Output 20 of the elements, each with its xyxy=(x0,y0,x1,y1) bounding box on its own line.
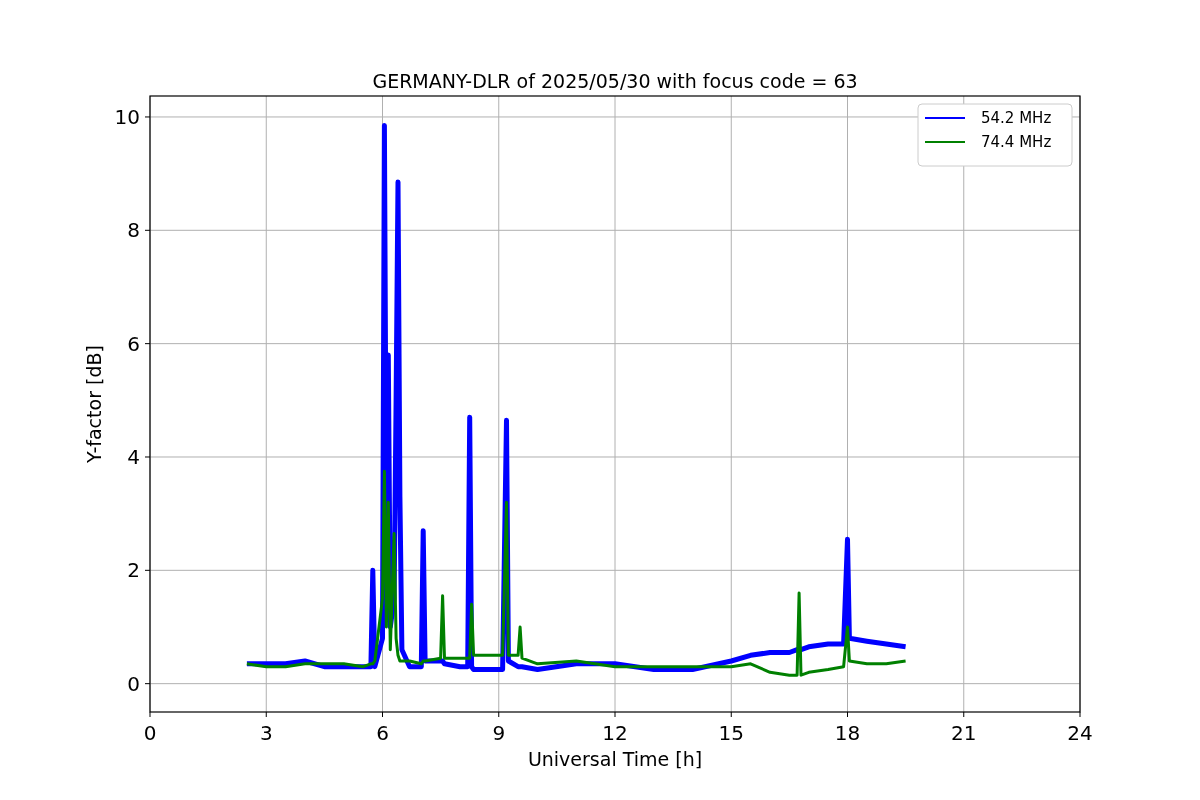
tick-label: 9 xyxy=(492,721,506,745)
tick-label: 18 xyxy=(834,721,861,745)
tick-label: 21 xyxy=(951,721,977,745)
tick-label: 4 xyxy=(127,445,140,469)
tick-label: 24 xyxy=(1067,721,1093,745)
tick-label: 6 xyxy=(127,331,140,356)
legend-label: 74.4 MHz xyxy=(981,133,1052,151)
tick-label: 15 xyxy=(718,721,744,745)
legend-label: 54.2 MHz xyxy=(981,109,1052,127)
y-axis-label: Y-factor [dB] xyxy=(83,345,105,463)
x-axis-label: Universal Time [h] xyxy=(527,748,703,770)
chart-title: GERMANY-DLR of 2025/05/30 with focus code = 63 xyxy=(372,70,858,92)
tick-label: 12 xyxy=(602,721,628,745)
tick-label: 0 xyxy=(127,671,140,696)
tick-label: 10 xyxy=(114,104,140,129)
tick-label: 0 xyxy=(143,721,157,745)
tick-label: 3 xyxy=(259,721,273,745)
tick-label: 2 xyxy=(127,558,140,583)
tick-label: 6 xyxy=(376,721,389,745)
tick-label: 8 xyxy=(127,218,140,243)
